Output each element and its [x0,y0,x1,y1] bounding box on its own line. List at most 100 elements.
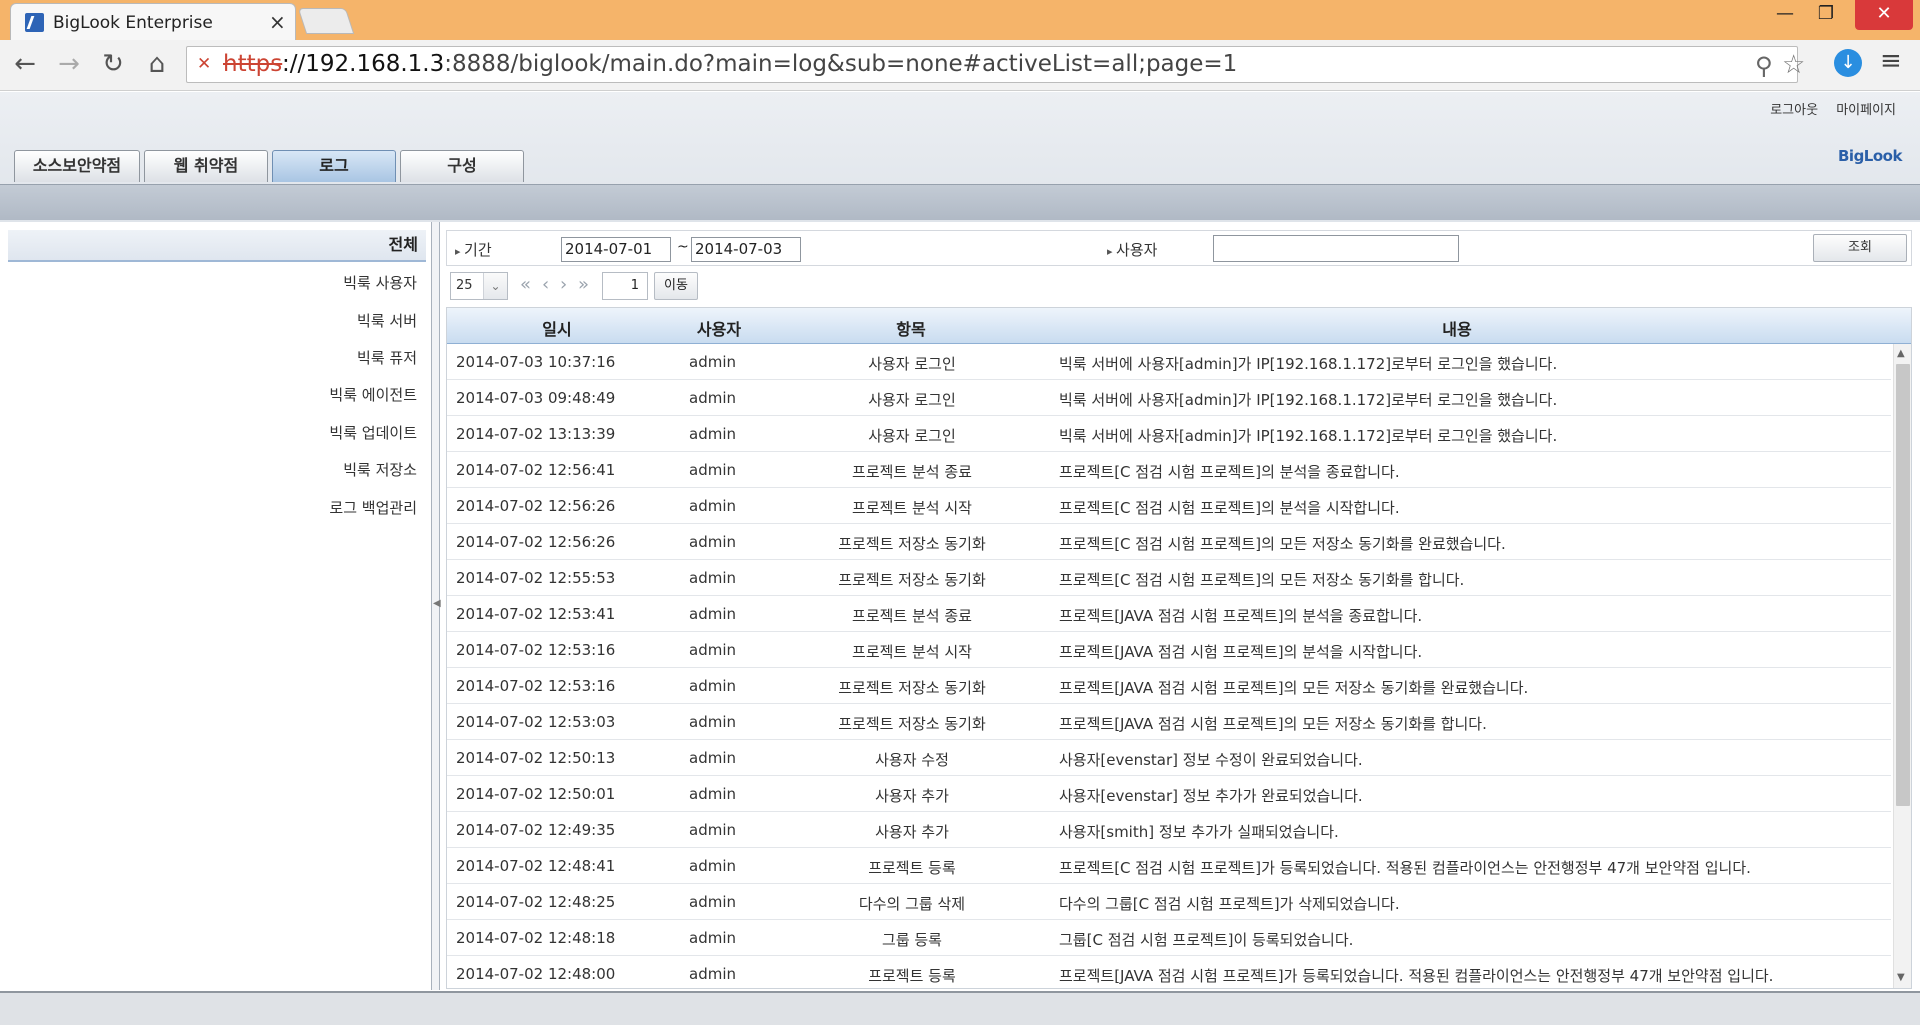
table-row[interactable]: 2014-07-02 12:48:25 admin 다수의 그룹 삭제 다수의 그룹[… [447,884,1891,920]
cell-user: admin [689,497,736,515]
cell-item: 프로젝트 분석 종료 [852,607,972,625]
column-item[interactable]: 항목 [861,316,961,340]
page-size-select[interactable]: 25 ⌄ [450,272,508,300]
cell-user: admin [689,785,736,803]
cell-datetime: 2014-07-02 12:48:41 [456,857,616,875]
forward-arrow-icon[interactable]: → [52,46,86,82]
table-row[interactable]: 2014-07-02 13:13:39 admin 사용자 로그인 빅룩 서버에 사용… [447,416,1891,452]
table-row[interactable]: 2014-07-02 12:55:53 admin 프로젝트 저장소 동기화 프로젝트… [447,560,1891,596]
cell-item: 프로젝트 분석 종료 [852,463,972,481]
sidebar-item-biglook-server[interactable]: 빅룩 서버 [357,310,417,331]
scrollbar-thumb[interactable] [1896,364,1910,806]
cell-content: 프로젝트[C 점검 시험 프로젝트]가 등록되었습니다. 적용된 컴플라이언스는… [1059,859,1751,877]
download-icon[interactable]: ↓ [1834,49,1862,77]
page-number-input[interactable]: 1 [602,272,648,300]
broken-lock-icon[interactable]: ✕ [197,54,217,76]
prev-page-icon[interactable]: ‹ [542,274,549,295]
table-row[interactable]: 2014-07-02 12:53:16 admin 프로젝트 분석 시작 프로젝트[J… [447,632,1891,668]
cell-item: 프로젝트 분석 시작 [852,499,972,517]
chevron-down-icon[interactable]: ⌄ [483,273,507,299]
date-to-input[interactable]: 2014-07-03 [691,237,801,262]
period-label: 기간 [455,239,492,260]
utility-links: 로그아웃 마이페이지 [1756,99,1896,118]
cell-content: 프로젝트[C 점검 시험 프로젝트]의 분석을 시작합니다. [1059,499,1400,517]
tab-title: BigLook Enterprise [53,13,213,33]
cell-datetime: 2014-07-02 13:13:39 [456,425,616,443]
scroll-up-icon[interactable]: ▲ [1897,348,1905,359]
tab-source-weakness[interactable]: 소스보안약점 [14,150,140,182]
cell-item: 프로젝트 분석 시작 [852,643,972,661]
sidebar-splitter[interactable]: ◀ [432,222,441,990]
date-from-input[interactable]: 2014-07-01 [561,237,671,262]
table-row[interactable]: 2014-07-02 12:50:13 admin 사용자 수정 사용자[evenst… [447,740,1891,776]
table-row[interactable]: 2014-07-02 12:48:18 admin 그룹 등록 그룹[C 점검 시험 … [447,920,1891,956]
cell-datetime: 2014-07-03 10:37:16 [456,353,616,371]
cell-datetime: 2014-07-02 12:53:16 [456,641,616,659]
table-row[interactable]: 2014-07-02 12:56:26 admin 프로젝트 분석 시작 프로젝트[C… [447,488,1891,524]
table-scrollbar[interactable]: ▲ ▼ [1893,344,1911,988]
scroll-down-icon[interactable]: ▼ [1897,972,1905,983]
zoom-search-icon[interactable]: ⚲ [1755,52,1773,80]
sidebar-item-biglook-agent[interactable]: 빅룩 에이전트 [329,384,417,405]
new-tab-button[interactable] [297,8,355,34]
last-page-icon[interactable]: » [578,274,589,295]
cell-datetime: 2014-07-02 12:48:18 [456,929,616,947]
go-button[interactable]: 이동 [654,272,698,300]
minimize-button[interactable]: — [1765,0,1805,30]
table-row[interactable]: 2014-07-02 12:49:35 admin 사용자 추가 사용자[smith]… [447,812,1891,848]
hamburger-menu-icon[interactable]: ≡ [1880,46,1902,76]
reload-icon[interactable]: ↻ [96,46,130,82]
search-button[interactable]: 조회 [1813,234,1907,262]
sidebar-item-biglook-update[interactable]: 빅룩 업데이트 [329,422,417,443]
table-row[interactable]: 2014-07-02 12:53:41 admin 프로젝트 분석 종료 프로젝트[J… [447,596,1891,632]
bookmark-star-icon[interactable]: ☆ [1782,50,1805,80]
cell-user: admin [689,821,736,839]
maximize-button[interactable]: ❐ [1805,0,1847,30]
home-icon[interactable]: ⌂ [140,46,174,82]
cell-content: 프로젝트[JAVA 점검 시험 프로젝트]가 등록되었습니다. 적용된 컴플라이… [1059,967,1774,985]
column-content[interactable]: 내용 [1407,316,1507,340]
column-user[interactable]: 사용자 [669,316,769,340]
back-arrow-icon[interactable]: ← [8,46,42,82]
logout-link[interactable]: 로그아웃 [1770,103,1818,118]
browser-tab[interactable]: BigLook Enterprise × [10,3,296,40]
cell-item: 프로젝트 등록 [868,859,956,877]
cell-item: 사용자 로그인 [868,391,956,409]
sidebar-item-biglook-user[interactable]: 빅룩 사용자 [343,272,417,293]
first-page-icon[interactable]: « [520,274,531,295]
tab-close-icon[interactable]: × [269,10,286,34]
table-row[interactable]: 2014-07-02 12:50:01 admin 사용자 추가 사용자[evenst… [447,776,1891,812]
tab-config[interactable]: 구성 [400,150,524,182]
sidebar-item-log-backup[interactable]: 로그 백업관리 [329,497,417,518]
table-row[interactable]: 2014-07-02 12:48:00 admin 프로젝트 등록 프로젝트[JAVA… [447,956,1891,988]
table-row[interactable]: 2014-07-02 12:48:41 admin 프로젝트 등록 프로젝트[C 점검… [447,848,1891,884]
table-row[interactable]: 2014-07-02 12:53:03 admin 프로젝트 저장소 동기화 프로젝트… [447,704,1891,740]
cell-content: 프로젝트[JAVA 점검 시험 프로젝트]의 분석을 종료합니다. [1059,607,1423,625]
table-row[interactable]: 2014-07-03 10:37:16 admin 사용자 로그인 빅룩 서버에 사용… [447,344,1891,380]
window-close-button[interactable]: ✕ [1855,0,1913,30]
cell-item: 다수의 그룹 삭제 [858,895,966,913]
table-row[interactable]: 2014-07-02 12:53:16 admin 프로젝트 저장소 동기화 프로젝트… [447,668,1891,704]
sidebar-item-biglook-fuser[interactable]: 빅룩 퓨저 [357,347,417,368]
sidebar-item-all[interactable]: 전체 [8,230,426,262]
tab-web-vulnerability[interactable]: 웹 취약점 [144,150,268,182]
cell-item: 사용자 수정 [875,751,949,769]
mypage-link[interactable]: 마이페이지 [1836,103,1896,118]
cell-user: admin [689,425,736,443]
cell-datetime: 2014-07-02 12:48:00 [456,965,616,983]
column-datetime[interactable]: 일시 [507,316,607,340]
next-page-icon[interactable]: › [560,274,567,295]
table-row[interactable]: 2014-07-03 09:48:49 admin 사용자 로그인 빅룩 서버에 사용… [447,380,1891,416]
address-bar[interactable]: ✕ https ://192.168.1.3:8888/biglook/main… [186,46,1805,83]
table-row[interactable]: 2014-07-02 12:56:41 admin 프로젝트 분석 종료 프로젝트[C… [447,452,1891,488]
cell-item: 프로젝트 저장소 동기화 [838,571,986,589]
tab-log[interactable]: 로그 [272,150,396,182]
sidebar-item-biglook-repository[interactable]: 빅룩 저장소 [343,459,417,480]
browser-toolbar: ← → ↻ ⌂ ✕ https ://192.168.1.3:8888/bigl… [0,40,1920,91]
cell-user: admin [689,749,736,767]
url-text: ://192.168.1.3:8888/biglook/main.do?main… [282,51,1237,77]
cell-content: 빅룩 서버에 사용자[admin]가 IP[192.168.1.172]로부터 … [1059,355,1558,373]
collapse-arrow-icon[interactable]: ◀ [433,598,441,609]
table-row[interactable]: 2014-07-02 12:56:26 admin 프로젝트 저장소 동기화 프로젝트… [447,524,1891,560]
user-filter-input[interactable] [1213,235,1459,262]
